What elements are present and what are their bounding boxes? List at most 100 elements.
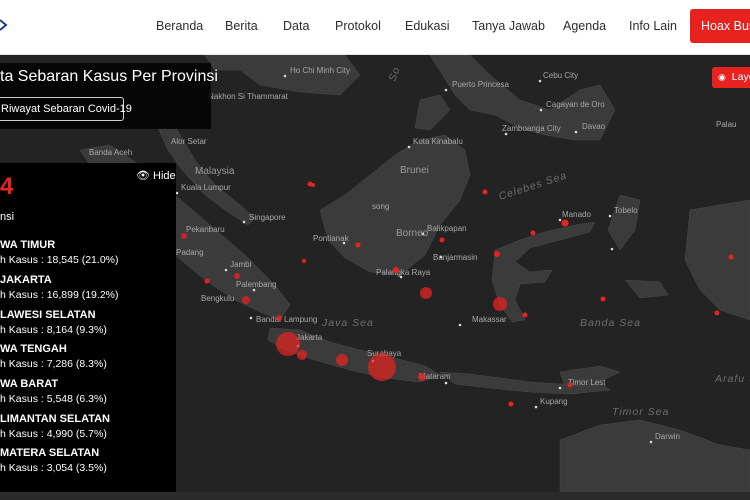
province-name: WA BARAT <box>0 378 59 390</box>
city-zamboanga: Zamboanga City <box>502 124 561 133</box>
city-kuala-lumpur: Kuala Lumpur <box>181 183 231 192</box>
province-name: WA TIMUR <box>0 239 56 251</box>
city-kupang: Kupang <box>540 397 568 406</box>
map-title: ta Sebaran Kasus Per Provinsi <box>0 68 218 85</box>
bottom-scroll-strip <box>0 492 750 500</box>
bubble-papua-barat <box>728 254 734 260</box>
total-count: 4 <box>0 173 14 200</box>
city-palembang: Palembang <box>236 280 276 289</box>
city-jakarta: Jakarta <box>296 333 323 342</box>
city-puerto-princesa: Puerto Princesa <box>452 80 509 89</box>
province-name: MATERA SELATAN <box>0 447 100 459</box>
city-banjarmasin: Banjarmasin <box>433 253 477 262</box>
nav-data[interactable]: Data <box>283 19 309 33</box>
bubble-sulteng <box>530 230 536 236</box>
bubble-kepri <box>311 183 315 187</box>
bubble-jambi <box>234 273 240 279</box>
city-darwin: Darwin <box>655 432 680 441</box>
city-palau: Palau <box>716 120 736 129</box>
bubble-gorontalo <box>494 251 500 257</box>
layer-button[interactable]: ◉ Laye <box>712 67 750 88</box>
nav-berita[interactable]: Berita <box>225 19 258 33</box>
city-davao: Davao <box>582 122 606 131</box>
nav-info-lain[interactable]: Info Lain <box>629 19 677 33</box>
city-timor-leste: Timor Lest <box>568 378 606 387</box>
city-palangka-raya: Palangka Raya <box>376 268 431 277</box>
province-item[interactable]: LIMANTAN SELATAN h Kasus : 4,990 (5.7%) <box>0 413 110 440</box>
bubble-maluku <box>600 296 606 302</box>
bubble-bengkulu <box>204 278 210 284</box>
bubble-jakarta <box>276 332 300 356</box>
province-item[interactable]: MATERA SELATAN h Kasus : 3,054 (3.5%) <box>0 447 107 474</box>
bubble-pontianak <box>355 242 361 248</box>
java-sea-label: Java Sea <box>321 317 374 329</box>
bubble-jawa-tengah <box>336 354 348 366</box>
bubble-papua <box>714 310 720 316</box>
nav-protokol[interactable]: Protokol <box>335 19 381 33</box>
brunei-label: Brunei <box>400 165 429 176</box>
bubble-sumatera-selatan <box>242 296 250 304</box>
province-cases: h Kasus : 7,286 (8.3%) <box>0 358 107 370</box>
province-item[interactable]: JAKARTA h Kasus : 16,899 (19.2%) <box>0 274 119 301</box>
nav-edukasi[interactable]: Edukasi <box>405 19 449 33</box>
bubble-kaltim <box>439 237 445 243</box>
bubble-ntt <box>567 382 573 388</box>
banda-sea-label: Banda Sea <box>580 317 641 329</box>
timor-sea-label: Timor Sea <box>612 406 669 418</box>
province-name: WA TENGAH <box>0 343 67 355</box>
city-cagayan-de-oro: Cagayan de Oro <box>546 100 605 109</box>
city-makassar: Makassar <box>472 315 507 324</box>
city-nakhon-si-thammarat: Nakhon Si Thammarat <box>208 92 289 101</box>
total-count-label: nsi <box>0 211 15 223</box>
nav-tanya-jawab[interactable]: Tanya Jawab <box>472 19 545 33</box>
logo-icon <box>0 19 8 31</box>
nav-beranda[interactable]: Beranda <box>156 19 203 33</box>
city-singapore: Singapore <box>249 213 286 222</box>
hoax-buster-button[interactable]: Hoax Buster <box>690 9 750 43</box>
bubble-kalteng <box>393 267 399 273</box>
province-name: LIMANTAN SELATAN <box>0 413 110 425</box>
bubble-riau <box>181 233 187 239</box>
layer-icon: ◉ <box>718 72 726 82</box>
top-navigation-bar: Beranda Berita Data Protokol Edukasi Tan… <box>0 0 750 55</box>
bubble-jawa-barat <box>297 350 307 360</box>
eye-icon: 👁 <box>136 170 150 182</box>
city-tobelo: Tobelo <box>614 206 638 215</box>
bubble-kalimantan-selatan <box>420 287 432 299</box>
province-item[interactable]: LAWESI SELATAN h Kasus : 8,164 (9.3%) <box>0 309 107 336</box>
nav-agenda[interactable]: Agenda <box>563 19 606 33</box>
province-item[interactable]: WA BARAT h Kasus : 5,548 (6.3%) <box>0 378 107 405</box>
city-pontianak: Pontianak <box>313 234 350 243</box>
south-china-sea-label: So <box>387 65 403 83</box>
province-cases: h Kasus : 5,548 (6.3%) <box>0 393 107 405</box>
city-jambi: Jambi <box>230 260 252 269</box>
city-song: song <box>372 202 389 211</box>
city-pekanbaru: Pekanbaru <box>186 225 225 234</box>
city-bengkulu: Bengkulu <box>201 294 234 303</box>
province-cases: h Kasus : 18,545 (21.0%) <box>0 254 119 266</box>
bubble-sulawesi-selatan <box>493 297 507 311</box>
province-item[interactable]: WA TIMUR h Kasus : 18,545 (21.0%) <box>0 239 119 266</box>
province-cases: h Kasus : 8,164 (9.3%) <box>0 324 107 336</box>
city-padang: Padang <box>176 248 204 257</box>
bubble-babel <box>302 259 306 263</box>
city-kota-kinabalu: Kota Kinabalu <box>413 137 463 146</box>
bubble-lampung <box>276 315 282 321</box>
province-name: JAKARTA <box>0 274 52 286</box>
bubble-ntb <box>418 373 426 381</box>
province-item[interactable]: WA TENGAH h Kasus : 7,286 (8.3%) <box>0 343 107 370</box>
city-bandar-lampung: Bandar Lampung <box>256 315 317 324</box>
hide-label: Hide <box>153 170 176 182</box>
arafura-sea-label: Arafu Sea <box>714 373 750 385</box>
bubble-kupang <box>508 401 514 407</box>
bubble-sultra <box>522 312 528 318</box>
city-ho-chi-minh: Ho Chi Minh City <box>290 66 350 75</box>
city-balikpapan: Balikpapan <box>427 224 467 233</box>
province-cases: h Kasus : 3,054 (3.5%) <box>0 462 107 474</box>
hide-button[interactable]: 👁 Hide <box>136 169 176 182</box>
malaysia-label: Malaysia <box>195 166 235 177</box>
province-cases: h Kasus : 16,899 (19.2%) <box>0 289 119 301</box>
city-cebu: Cebu City <box>543 71 578 80</box>
history-button[interactable]: Riwayat Sebaran Covid-19 <box>0 97 132 121</box>
province-name: LAWESI SELATAN <box>0 309 96 321</box>
